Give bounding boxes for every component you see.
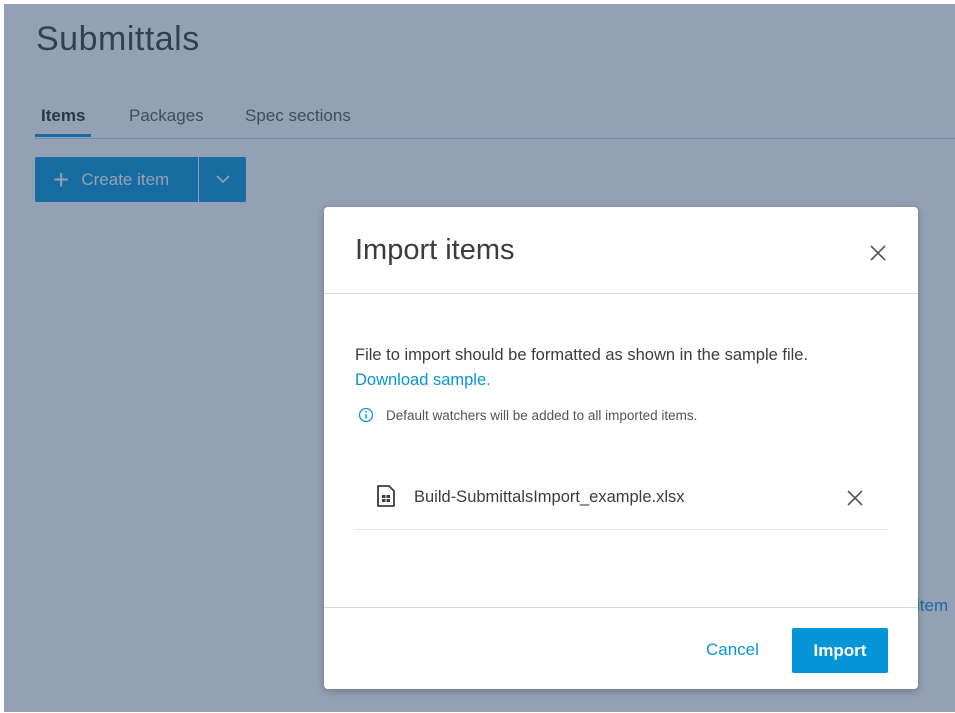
cancel-button[interactable]: Cancel xyxy=(706,640,759,660)
dialog-footer: Cancel Import xyxy=(324,607,918,690)
close-icon[interactable] xyxy=(868,243,888,263)
import-items-dialog: Import items File to import should be fo… xyxy=(324,207,918,689)
info-text: Default watchers will be added to all im… xyxy=(386,407,698,423)
info-icon xyxy=(358,407,374,423)
dialog-title: Import items xyxy=(355,234,515,266)
import-description: File to import should be formatted as sh… xyxy=(355,343,885,393)
app-window: Submittals Items Packages Spec sections … xyxy=(4,4,955,712)
download-sample-link[interactable]: Download sample. xyxy=(355,371,491,389)
selected-file-row: Build-SubmittalsImport_example.xlsx xyxy=(355,477,888,530)
info-message: Default watchers will be added to all im… xyxy=(358,407,697,423)
dialog-header: Import items xyxy=(324,207,918,294)
remove-file-icon[interactable] xyxy=(846,489,864,507)
spreadsheet-file-icon xyxy=(377,485,395,507)
description-text: File to import should be formatted as sh… xyxy=(355,346,809,364)
file-name: Build-SubmittalsImport_example.xlsx xyxy=(414,488,685,506)
import-button[interactable]: Import xyxy=(792,628,888,673)
